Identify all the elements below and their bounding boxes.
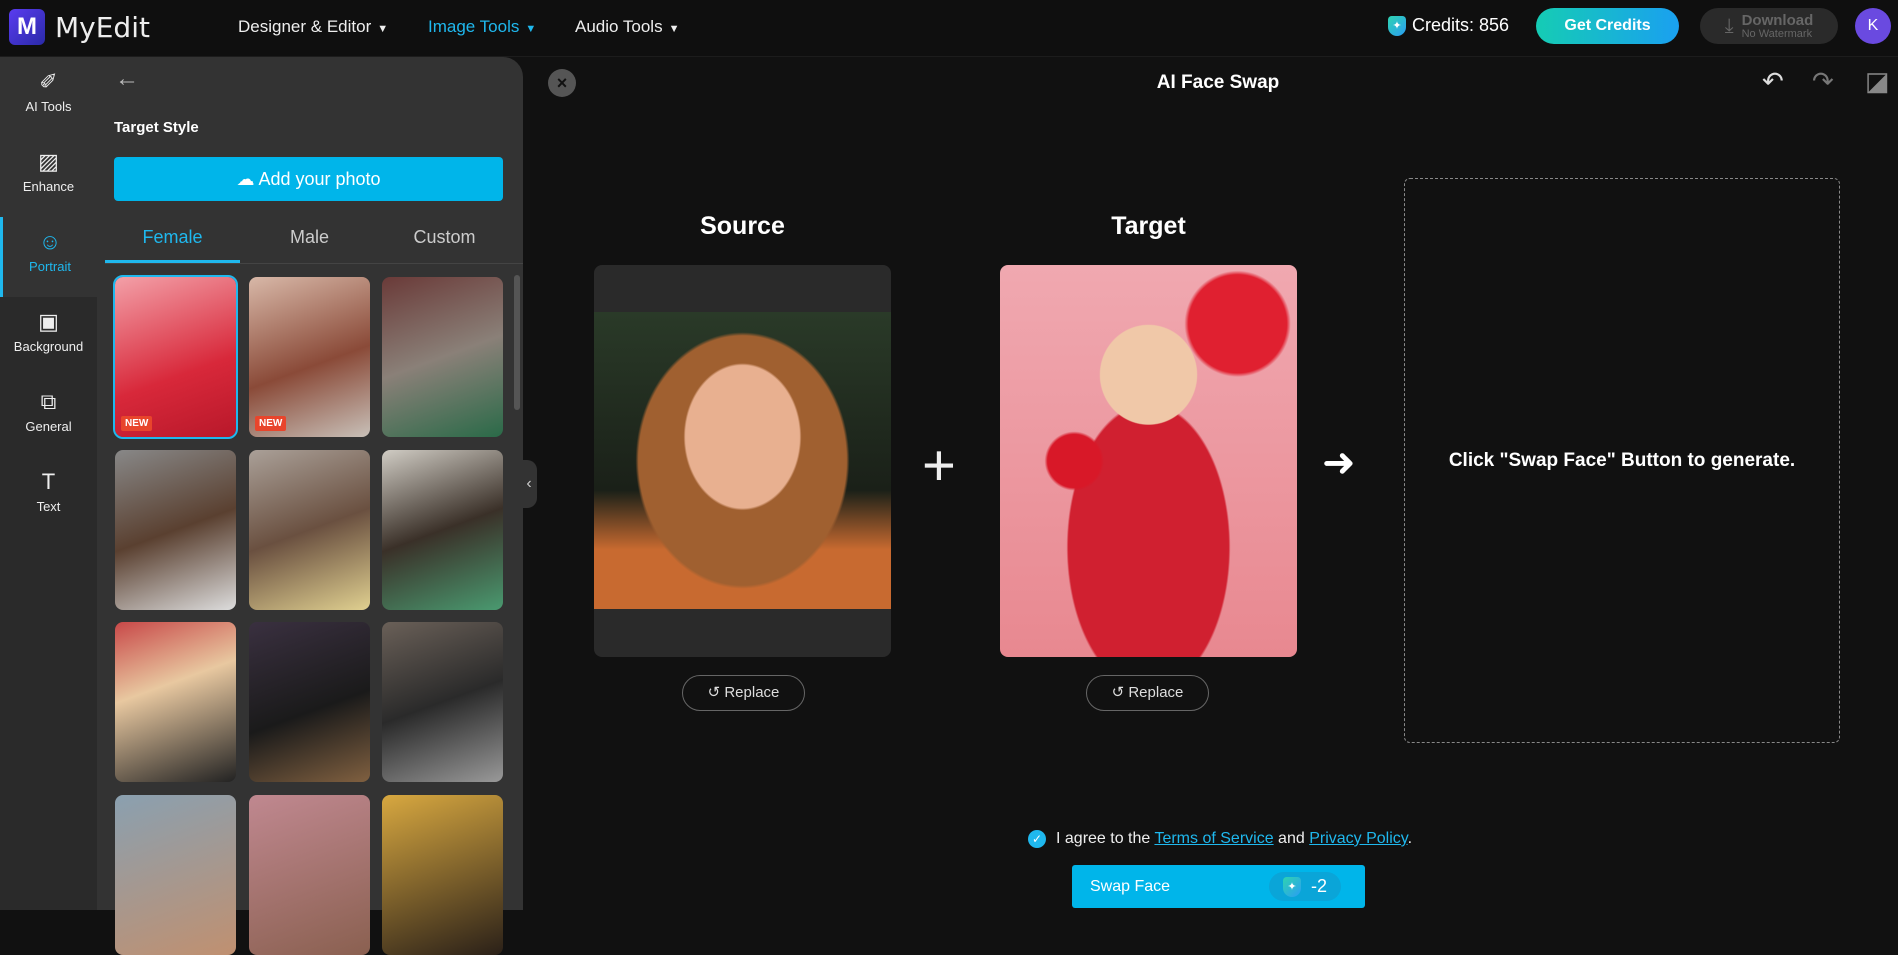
rail-label: Background xyxy=(14,339,83,354)
credits-text: Credits: 856 xyxy=(1412,15,1509,36)
source-image[interactable] xyxy=(594,265,891,657)
agree-checkbox[interactable]: ✓ xyxy=(1028,830,1046,848)
nav-designer-editor[interactable]: Designer & Editor ▼ xyxy=(238,17,388,37)
redo-icon[interactable]: ↷ xyxy=(1812,66,1834,97)
replace-label: Replace xyxy=(724,684,779,701)
rail-item-ai-tools[interactable]: ✐ AI Tools xyxy=(0,57,97,137)
rail-item-enhance[interactable]: ▨ Enhance xyxy=(0,137,97,217)
source-photo xyxy=(594,312,891,609)
result-hint: Click "Swap Face" Button to generate. xyxy=(1449,450,1795,472)
credits-display: ✦ Credits: 856 xyxy=(1388,15,1509,36)
credit-shield-icon: ✦ xyxy=(1388,16,1406,36)
undo-icon[interactable]: ↶ xyxy=(1762,66,1784,97)
style-thumb[interactable] xyxy=(115,795,236,955)
credit-cost: ✦ -2 xyxy=(1269,872,1341,901)
collapse-panel-chevron-icon[interactable]: ‹ xyxy=(521,460,537,508)
swap-label: Swap Face xyxy=(1090,878,1170,896)
privacy-link[interactable]: Privacy Policy xyxy=(1309,830,1407,847)
rail-item-portrait[interactable]: ☺ Portrait xyxy=(0,217,97,297)
style-thumb[interactable]: NEW xyxy=(115,277,236,437)
rail-item-background[interactable]: ▣ Background xyxy=(0,297,97,377)
enhance-image-icon: ▨ xyxy=(0,149,97,175)
add-photo-label: Add your photo xyxy=(258,169,380,189)
page-title: AI Face Swap xyxy=(1118,72,1318,94)
agreement: ✓ I agree to the Terms of Service and Pr… xyxy=(1028,830,1412,848)
compare-icon[interactable]: ◪ xyxy=(1865,66,1890,97)
text-icon: T xyxy=(0,469,97,495)
magic-wand-icon: ✐ xyxy=(0,69,97,95)
style-thumb[interactable] xyxy=(115,622,236,782)
target-label: Target xyxy=(1000,212,1297,241)
cost-value: -2 xyxy=(1311,876,1327,897)
portrait-icon: ☺ xyxy=(3,229,97,255)
add-photo-button[interactable]: ☁ Add your photo xyxy=(114,157,503,201)
rail-label: Enhance xyxy=(23,179,74,194)
rail-label: Text xyxy=(37,499,61,514)
arrow-right-icon: ➜ xyxy=(1322,440,1356,486)
nav-audio-tools[interactable]: Audio Tools ▼ xyxy=(575,17,679,37)
credit-shield-icon: ✦ xyxy=(1283,877,1301,897)
download-button[interactable]: ⤓ DownloadNo Watermark xyxy=(1700,8,1838,44)
source-label: Source xyxy=(594,212,891,241)
style-thumb[interactable]: NEW xyxy=(249,277,370,437)
style-thumb[interactable] xyxy=(249,450,370,610)
user-avatar[interactable]: K xyxy=(1855,8,1891,44)
nav-image-tools[interactable]: Image Tools ▼ xyxy=(428,17,536,37)
background-icon: ▣ xyxy=(0,309,97,335)
and-text: and xyxy=(1278,830,1305,847)
terms-link[interactable]: Terms of Service xyxy=(1154,830,1273,847)
section-title: Target Style xyxy=(114,119,199,136)
replace-label: Replace xyxy=(1128,684,1183,701)
tab-divider xyxy=(105,263,523,264)
brand-name[interactable]: MyEdit xyxy=(55,11,150,44)
nav-label: Image Tools xyxy=(428,17,519,36)
download-label: Download xyxy=(1742,13,1814,28)
style-thumb[interactable] xyxy=(382,795,503,955)
rail-label: AI Tools xyxy=(25,99,71,114)
back-arrow-icon[interactable]: ← xyxy=(115,65,139,93)
new-badge: NEW xyxy=(121,416,152,431)
replace-icon: ↺ xyxy=(708,684,725,701)
agree-text: I agree to the xyxy=(1056,830,1150,847)
rail-label: Portrait xyxy=(29,259,71,274)
chevron-down-icon: ▼ xyxy=(377,23,388,35)
style-thumb[interactable] xyxy=(115,450,236,610)
close-icon[interactable]: × xyxy=(548,69,576,97)
myedit-logo[interactable]: M xyxy=(9,9,45,45)
replace-source-button[interactable]: ↺ Replace xyxy=(682,675,805,711)
style-thumb[interactable] xyxy=(249,795,370,955)
rail-item-general[interactable]: ⧉ General xyxy=(0,377,97,457)
replace-icon: ↺ xyxy=(1112,684,1129,701)
cloud-upload-icon: ☁ xyxy=(236,169,258,189)
style-thumb[interactable] xyxy=(249,622,370,782)
plus-icon: + xyxy=(922,432,956,499)
replace-target-button[interactable]: ↺ Replace xyxy=(1086,675,1209,711)
top-header: M MyEdit Designer & Editor ▼ Image Tools ▼… xyxy=(0,0,1898,57)
chevron-down-icon: ▼ xyxy=(669,23,680,35)
target-image[interactable] xyxy=(1000,265,1297,657)
new-badge: NEW xyxy=(255,416,286,431)
nav-label: Audio Tools xyxy=(575,17,663,36)
tab-female[interactable]: Female xyxy=(105,227,240,263)
download-sublabel: No Watermark xyxy=(1742,28,1814,40)
rail-item-text[interactable]: T Text xyxy=(0,457,97,537)
download-icon: ⤓ xyxy=(1725,15,1734,38)
tab-custom[interactable]: Custom xyxy=(377,227,512,263)
rail-label: General xyxy=(25,419,71,434)
style-thumb[interactable] xyxy=(382,450,503,610)
result-placeholder: Click "Swap Face" Button to generate. xyxy=(1404,178,1840,743)
style-thumb[interactable] xyxy=(382,277,503,437)
panel-scrollbar[interactable] xyxy=(514,275,520,410)
nav-label: Designer & Editor xyxy=(238,17,371,36)
style-thumb[interactable] xyxy=(382,622,503,782)
style-panel: ← Target Style ☁ Add your photo Female M… xyxy=(97,57,523,910)
tab-male[interactable]: Male xyxy=(242,227,377,263)
swap-face-button[interactable]: Swap Face ✦ -2 xyxy=(1072,865,1365,908)
general-icon: ⧉ xyxy=(0,389,97,415)
get-credits-button[interactable]: Get Credits xyxy=(1536,8,1679,44)
chevron-down-icon: ▼ xyxy=(525,23,536,35)
tool-rail: ✐ AI Tools ▨ Enhance ☺ Portrait ▣ Background… xyxy=(0,57,97,910)
